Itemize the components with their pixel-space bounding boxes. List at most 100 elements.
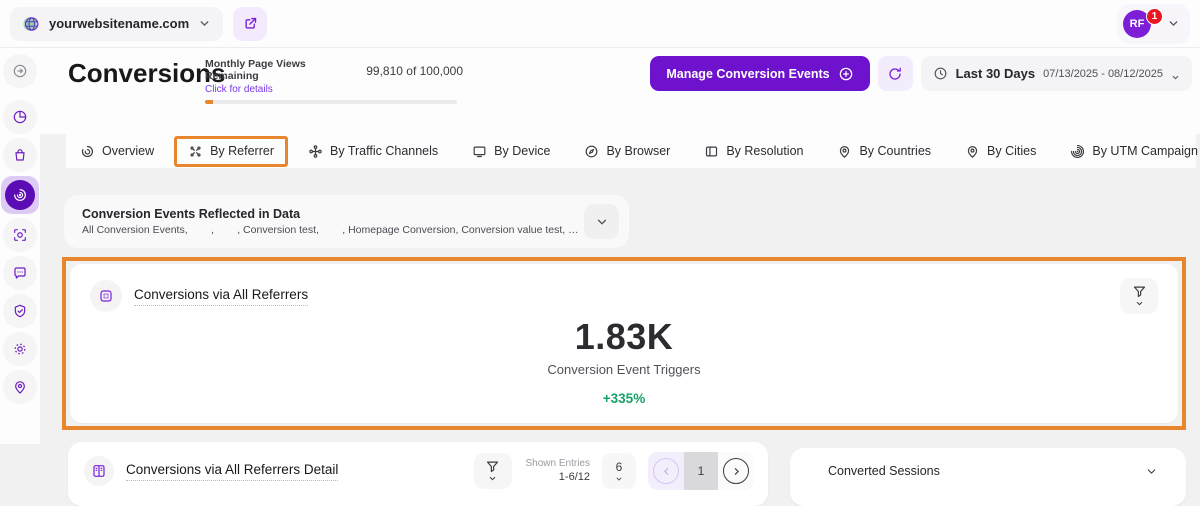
conversion-delta: +335% — [603, 391, 645, 406]
website-name: yourwebsitename.com — [49, 16, 189, 31]
page-header: Conversions Monthly Page Views Remaining… — [40, 48, 1200, 134]
page-title: Conversions — [68, 58, 226, 89]
next-page-button[interactable] — [718, 452, 754, 490]
main-area: Conversions Monthly Page Views Remaining… — [40, 48, 1200, 444]
globe-icon — [22, 15, 40, 33]
avatar: RF 1 — [1123, 10, 1151, 38]
tab-by-resolution[interactable]: By Resolution — [690, 136, 817, 167]
clock-icon — [933, 66, 948, 81]
chevron-down-icon — [1135, 299, 1144, 308]
grid-dots-icon — [90, 280, 122, 312]
filter-funnel-icon — [485, 459, 500, 474]
tab-by-countries[interactable]: By Countries — [823, 136, 945, 167]
tab-by-traffic-channels[interactable]: By Traffic Channels — [294, 136, 452, 167]
tab-by-device[interactable]: By Device — [458, 136, 564, 167]
pageviews-value: 99,810 of 100,000 — [366, 64, 463, 78]
sidebar-item-communication[interactable] — [3, 256, 37, 290]
manage-conversion-events-button[interactable]: Manage Conversion Events — [650, 56, 869, 91]
chevron-down-icon — [1145, 465, 1158, 478]
pageviews-progressbar — [205, 100, 457, 104]
chevron-down-icon — [1167, 17, 1180, 30]
account-menu[interactable]: RF 1 — [1117, 4, 1190, 44]
gauge-spiral-icon — [80, 144, 95, 159]
shown-entries-label: Shown Entries — [526, 457, 590, 471]
open-website-button[interactable] — [233, 7, 267, 41]
shopping-bag-icon — [12, 147, 28, 163]
tab-by-browser[interactable]: By Browser — [570, 136, 684, 167]
events-panel-subtitle: All Conversion Events, , , Conversion te… — [82, 224, 584, 236]
external-link-icon — [243, 16, 258, 31]
chevron-down-icon — [488, 474, 497, 483]
shield-check-icon — [12, 303, 28, 319]
map-pin-icon — [965, 144, 980, 159]
shown-entries-value: 1-6/12 — [526, 470, 590, 485]
sidebar-item-dashboard[interactable] — [3, 100, 37, 134]
chevron-down-icon — [198, 17, 211, 30]
pie-chart-icon — [12, 109, 28, 125]
date-range-picker[interactable]: Last 30 Days 07/13/2025 - 08/12/2025 — [921, 56, 1192, 91]
sidebar-item-behavior[interactable] — [3, 218, 37, 252]
page-size-select[interactable]: 6 — [602, 453, 636, 489]
page-number[interactable]: 1 — [684, 452, 718, 490]
arrow-right-icon — [723, 458, 749, 484]
tab-by-utm-campaign[interactable]: By UTM Campaign — [1056, 136, 1200, 167]
converted-sessions-dropdown[interactable]: Converted Sessions — [790, 448, 1186, 506]
pageviews-label: Monthly Page Views Remaining — [205, 58, 362, 82]
annotation-highlight: Conversions via All Referrers 1.83K Conv… — [62, 257, 1186, 430]
sidebar-item-conversions-active[interactable] — [1, 176, 39, 214]
filter-funnel-icon — [1132, 284, 1147, 299]
radar-icon — [1070, 144, 1085, 159]
sidebar — [0, 48, 40, 444]
map-pin-icon — [837, 144, 852, 159]
shown-entries: Shown Entries 1-6/12 — [526, 457, 590, 485]
browser-compass-icon — [584, 144, 599, 159]
card-title[interactable]: Conversions via All Referrers — [134, 287, 308, 306]
report-tabs: Overview By Referrer By Traffic Channels… — [66, 134, 1196, 168]
monitor-icon — [472, 144, 487, 159]
sidebar-item-settings[interactable] — [3, 332, 37, 366]
conversion-count: 1.83K — [575, 316, 674, 358]
card-filter-button[interactable] — [1120, 278, 1158, 314]
conversion-count-label: Conversion Event Triggers — [547, 362, 700, 377]
chevron-down-icon — [1171, 69, 1180, 78]
spiral-icon — [12, 187, 28, 203]
pagination: 1 — [648, 452, 754, 490]
referrers-detail-card: Conversions via All Referrers Detail Sho… — [68, 442, 768, 506]
collapse-arrow-icon[interactable] — [3, 54, 37, 88]
website-selector[interactable]: yourwebsitename.com — [10, 7, 223, 41]
refresh-button[interactable] — [878, 56, 913, 91]
network-icon — [308, 144, 323, 159]
referrer-compass-icon — [188, 144, 203, 159]
sidebar-item-privacy[interactable] — [3, 294, 37, 328]
focus-frame-icon — [12, 227, 28, 243]
events-reflected-panel: Conversion Events Reflected in Data All … — [64, 195, 629, 248]
conversions-referrers-card: Conversions via All Referrers 1.83K Conv… — [70, 264, 1178, 423]
converted-sessions-label: Converted Sessions — [828, 464, 940, 478]
location-pin-icon — [12, 379, 28, 395]
arrow-left-icon — [653, 458, 679, 484]
chevron-down-icon — [615, 475, 623, 483]
detail-filter-button[interactable] — [474, 453, 512, 489]
sidebar-item-segments[interactable] — [3, 370, 37, 404]
layout-icon — [704, 144, 719, 159]
events-panel-title: Conversion Events Reflected in Data — [82, 207, 584, 221]
tab-overview[interactable]: Overview — [66, 136, 168, 167]
tab-by-cities[interactable]: By Cities — [951, 136, 1050, 167]
chevron-down-icon — [595, 215, 609, 229]
date-range: 07/13/2025 - 08/12/2025 — [1043, 68, 1163, 80]
gear-icon — [12, 341, 28, 357]
book-columns-icon — [84, 456, 114, 486]
previous-page-button[interactable] — [648, 452, 684, 490]
tab-by-referrer[interactable]: By Referrer — [174, 136, 288, 167]
pageviews-progress-fill — [205, 100, 213, 104]
detail-card-title[interactable]: Conversions via All Referrers Detail — [126, 462, 338, 481]
plus-circle-icon — [838, 66, 854, 82]
date-preset: Last 30 Days — [956, 66, 1036, 81]
topbar: yourwebsitename.com RF 1 — [0, 0, 1200, 48]
notification-badge: 1 — [1146, 8, 1163, 25]
events-panel-expand-button[interactable] — [584, 204, 619, 239]
pageviews-details-link[interactable]: Click for details — [205, 84, 362, 95]
pageviews-widget: Monthly Page Views Remaining Click for d… — [205, 58, 463, 104]
sidebar-item-ecommerce[interactable] — [3, 138, 37, 172]
chat-bubble-icon — [12, 265, 28, 281]
